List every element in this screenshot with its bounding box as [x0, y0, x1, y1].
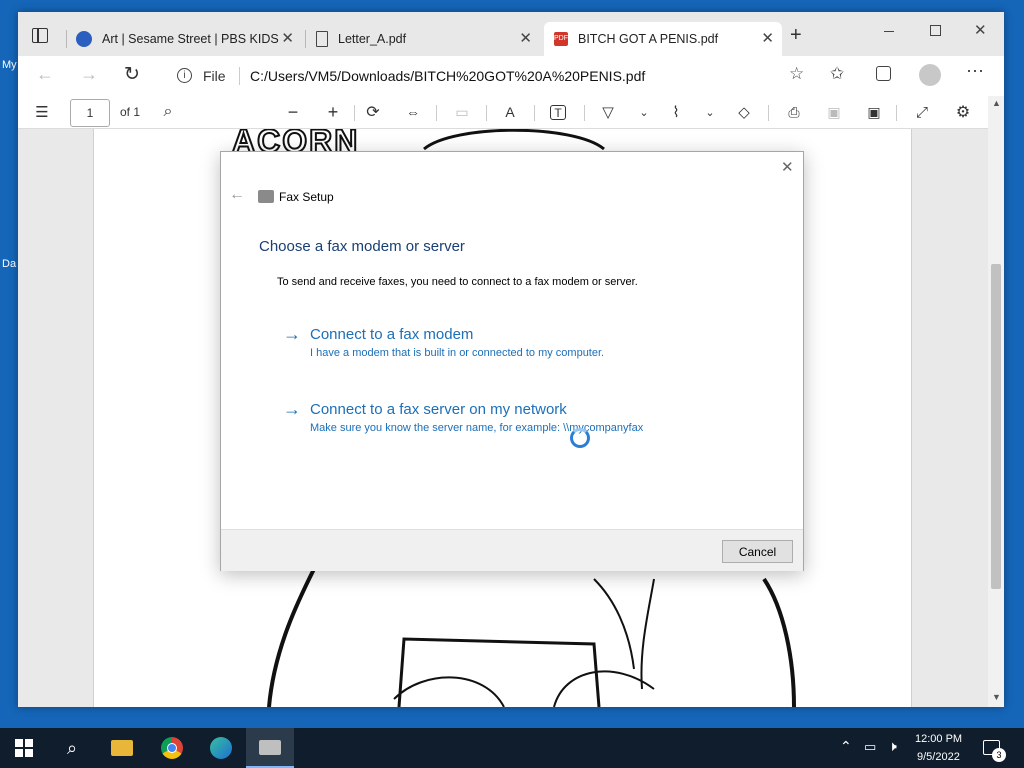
save-icon[interactable]: ▣	[824, 102, 844, 122]
fit-page-icon[interactable]: ⇔	[403, 102, 423, 122]
save-as-icon[interactable]: ▣	[864, 102, 884, 122]
refresh-icon[interactable]: ↻	[124, 63, 140, 86]
close-dialog-icon[interactable]: ✕	[781, 158, 794, 176]
cancel-button[interactable]: Cancel	[722, 540, 793, 563]
start-windows-icon[interactable]	[0, 728, 48, 768]
option-description: I have a modem that is built in or conne…	[310, 347, 605, 359]
network-icon[interactable]: ▭	[864, 739, 876, 755]
print-icon[interactable]: ⎙	[784, 102, 804, 122]
rotate-icon[interactable]: ⟳	[363, 102, 383, 122]
option-description: Make sure you know the server name, for …	[310, 422, 644, 434]
highlight-icon[interactable]: ⌇	[666, 102, 686, 122]
close-tab-icon[interactable]: ✕	[519, 29, 532, 47]
text-icon[interactable]: T	[550, 105, 566, 120]
dialog-intro: To send and receive faxes, you need to c…	[277, 276, 638, 288]
search-icon[interactable]: ⌕	[48, 728, 96, 768]
fax-app-icon[interactable]	[246, 728, 294, 768]
forward-icon[interactable]: →	[80, 64, 98, 85]
notification-count: 3	[992, 748, 1006, 762]
tab-active-pdf[interactable]: PDF BITCH GOT A PENIS.pdf ✕	[544, 22, 782, 56]
tab-title: BITCH GOT A PENIS.pdf	[578, 32, 719, 46]
dialog-footer: Cancel	[221, 529, 803, 571]
search-icon[interactable]: ⌕	[158, 102, 178, 122]
info-icon[interactable]: i	[177, 68, 192, 83]
url-text[interactable]: C:/Users/VM5/Downloads/BITCH%20GOT%20A%2…	[250, 68, 645, 84]
favorite-add-icon[interactable]: ☆	[789, 64, 804, 84]
read-aloud-icon[interactable]: A	[500, 102, 520, 122]
more-options-icon[interactable]: ···	[966, 60, 984, 81]
settings-icon[interactable]: ⚙	[953, 102, 973, 122]
clock-time[interactable]: 12:00 PM	[915, 733, 962, 745]
show-hidden-icons-icon[interactable]: ⌃	[840, 738, 852, 755]
chrome-icon[interactable]	[148, 728, 196, 768]
scroll-down-icon[interactable]: ▼	[992, 692, 1001, 702]
zoom-out-icon[interactable]: −	[283, 102, 303, 122]
tab-actions-icon[interactable]	[32, 28, 48, 43]
right-arrow-icon: →	[283, 324, 301, 344]
edge-icon[interactable]	[197, 728, 245, 768]
page-number-input[interactable]: 1	[70, 99, 110, 127]
volume-icon[interactable]: 🕨	[888, 738, 897, 755]
contents-icon[interactable]: ☰	[32, 102, 52, 122]
dialog-heading: Choose a fax modem or server	[259, 238, 465, 255]
page-view-icon[interactable]: ▭	[452, 102, 472, 122]
favorites-icon[interactable]: ✩	[830, 64, 844, 84]
fullscreen-icon[interactable]: ⤢	[912, 102, 932, 122]
file-label: File	[203, 68, 226, 84]
collections-icon[interactable]	[876, 66, 891, 81]
option-title: Connect to a fax modem	[310, 326, 474, 343]
close-tab-icon[interactable]: ✕	[761, 29, 774, 47]
vertical-scrollbar[interactable]: ▲ ▼	[988, 96, 1004, 707]
new-tab-icon[interactable]: +	[790, 24, 802, 47]
close-tab-icon[interactable]: ✕	[281, 29, 294, 47]
url-box[interactable]: i File C:/Users/VM5/Downloads/BITCH%20GO…	[163, 62, 804, 90]
option-fax-modem[interactable]: → Connect to a fax modem I have a modem …	[283, 324, 683, 364]
right-arrow-icon: →	[283, 399, 301, 419]
desktop-label-2: Da	[2, 258, 17, 270]
pbs-kids-icon	[76, 31, 92, 47]
profile-avatar-icon[interactable]	[919, 64, 941, 86]
pdf-toolbar: ☰ 1 of 1 ⌕ − + ⟳ ⇔ ▭ A T ▽ ⌄ ⌇ ⌄ ◇ ⎙ ▣ ▣…	[18, 96, 1004, 129]
desktop-label-1: My	[2, 59, 17, 71]
dialog-header-title: Fax Setup	[279, 190, 334, 204]
clock-date[interactable]: 9/5/2022	[917, 751, 960, 763]
zoom-in-icon[interactable]: +	[323, 102, 343, 122]
file-explorer-icon[interactable]	[98, 728, 146, 768]
tab-title: Letter_A.pdf	[338, 32, 407, 46]
address-bar: ← → ↻ i File C:/Users/VM5/Downloads/BITC…	[18, 56, 1004, 96]
scroll-thumb[interactable]	[991, 264, 1001, 589]
option-title: Connect to a fax server on my network	[310, 401, 567, 418]
pdf-icon: PDF	[554, 32, 568, 46]
taskbar: ⌕ ⌃ ▭ 🕨 12:00 PM 9/5/2022 3	[0, 728, 1024, 768]
highlight-options-chevron-icon[interactable]: ⌄	[700, 102, 720, 122]
tab-bar: Art | Sesame Street | PBS KIDS ✕ Letter_…	[18, 12, 1004, 56]
scroll-up-icon[interactable]: ▲	[992, 98, 1001, 108]
back-arrow-icon[interactable]: ←	[229, 186, 245, 204]
page-total: of 1	[120, 105, 141, 119]
maximize-icon[interactable]	[930, 25, 941, 36]
tab-pbs-kids[interactable]: Art | Sesame Street | PBS KIDS ✕	[70, 22, 302, 56]
eraser-icon[interactable]: ◇	[734, 102, 754, 122]
tab-letter-a[interactable]: Letter_A.pdf ✕	[310, 22, 540, 56]
draw-options-chevron-icon[interactable]: ⌄	[634, 102, 654, 122]
fax-icon	[258, 190, 274, 203]
busy-cursor-icon	[570, 428, 590, 448]
back-icon[interactable]: ←	[36, 64, 54, 85]
minimize-icon[interactable]	[884, 31, 894, 32]
draw-icon[interactable]: ▽	[598, 102, 618, 122]
tab-title: Art | Sesame Street | PBS KIDS	[102, 32, 279, 46]
option-fax-server[interactable]: → Connect to a fax server on my network …	[283, 399, 703, 439]
close-window-icon[interactable]: ✕	[974, 21, 987, 39]
document-icon	[316, 31, 328, 47]
fax-setup-dialog: ✕ ← Fax Setup Choose a fax modem or serv…	[220, 151, 804, 571]
